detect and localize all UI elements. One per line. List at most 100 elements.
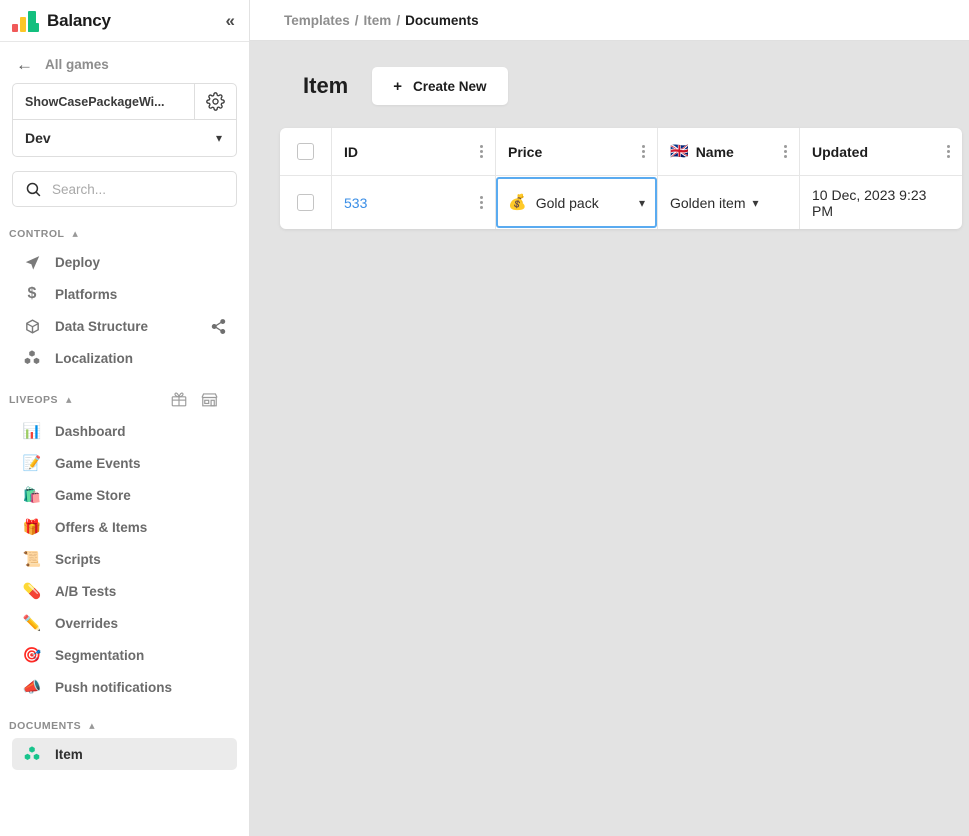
cubes-icon xyxy=(22,349,42,367)
project-row: ShowCasePackageWi... xyxy=(13,84,236,120)
chevron-up-icon: ▴ xyxy=(72,228,79,240)
breadcrumb: Templates / Item / Documents xyxy=(250,0,969,41)
sidebar-item-label: Scripts xyxy=(55,551,101,567)
sidebar-item-label: Deploy xyxy=(55,254,101,270)
sidebar-item-push-notifications[interactable]: 📣 Push notifications xyxy=(12,671,237,703)
section-header-control[interactable]: CONTROL ▴ xyxy=(0,211,249,246)
sidebar-item-label: Game Store xyxy=(55,487,131,503)
chevron-up-icon: ▴ xyxy=(89,720,96,732)
column-label: ID xyxy=(344,143,358,160)
share-icon[interactable] xyxy=(210,318,227,335)
sidebar-item-localization[interactable]: Localization xyxy=(12,342,237,374)
create-new-button[interactable]: + Create New xyxy=(372,67,508,105)
price-value: Gold pack xyxy=(535,194,599,211)
breadcrumb-item-templates[interactable]: Templates xyxy=(284,13,350,28)
brand-name: Balancy xyxy=(47,10,111,30)
sidebar-item-game-store[interactable]: 🛍️ Game Store xyxy=(12,479,237,511)
sidebar-item-scripts[interactable]: 📜 Scripts xyxy=(12,543,237,575)
name-value: Golden item xyxy=(670,194,746,211)
shopping-bags-emoji-icon: 🛍️ xyxy=(22,486,42,504)
green-cubes-icon xyxy=(22,745,42,763)
column-menu-icon[interactable] xyxy=(480,145,483,158)
cell-price: 💰 Gold pack ▾ xyxy=(496,176,658,229)
sidebar-item-label: Offers & Items xyxy=(55,519,148,535)
sidebar-item-label: Overrides xyxy=(55,615,119,631)
table-header-name[interactable]: 🇬🇧 Name xyxy=(658,128,800,176)
column-label: Price xyxy=(508,143,543,160)
table-header-id[interactable]: ID xyxy=(332,128,496,176)
chevron-down-icon: ▾ xyxy=(638,195,645,210)
sidebar-item-platforms[interactable]: $ Platforms xyxy=(12,278,237,310)
plus-icon: + xyxy=(393,77,403,95)
sidebar-item-segmentation[interactable]: 🎯 Segmentation xyxy=(12,639,237,671)
sidebar-item-label: Platforms xyxy=(55,286,118,302)
row-checkbox[interactable] xyxy=(297,194,314,211)
table-header-updated[interactable]: Updated xyxy=(800,128,962,176)
main-area: Templates / Item / Documents Item + Crea… xyxy=(250,0,969,836)
section-title: CONTROL xyxy=(9,227,65,240)
sidebar-item-label: Segmentation xyxy=(55,647,145,663)
chevron-down-icon: ▾ xyxy=(215,131,222,145)
search-box[interactable] xyxy=(12,171,237,207)
search-input[interactable] xyxy=(52,181,229,197)
sidebar-item-label: Dashboard xyxy=(55,423,126,439)
column-label: Name xyxy=(695,143,734,160)
sidebar-item-game-events[interactable]: 📝 Game Events xyxy=(12,447,237,479)
price-dropdown[interactable]: 💰 Gold pack ▾ xyxy=(496,177,657,228)
uk-flag-icon: 🇬🇧 xyxy=(670,143,689,160)
table-header-row: ID Price 🇬🇧 Name Updated xyxy=(280,128,962,176)
scroll-emoji-icon: 📜 xyxy=(22,550,42,568)
pencil-emoji-icon: ✏️ xyxy=(22,614,42,632)
store-icon[interactable] xyxy=(200,390,219,409)
breadcrumb-item-documents: Documents xyxy=(405,12,479,28)
page-header: Item + Create New xyxy=(280,67,962,105)
brand[interactable]: Balancy xyxy=(12,10,111,32)
sidebar: Balancy « ← All games ShowCasePackageWi.… xyxy=(0,0,250,836)
chevron-double-left-icon[interactable]: « xyxy=(226,12,235,29)
sidebar-search xyxy=(12,171,237,207)
column-menu-icon[interactable] xyxy=(642,145,645,158)
content: Item + Create New ID Price 🇬🇧 Name Updat… xyxy=(250,41,969,836)
sidebar-header: Balancy « xyxy=(0,0,249,42)
search-icon xyxy=(25,181,42,198)
breadcrumb-item-item[interactable]: Item xyxy=(364,13,392,28)
sidebar-item-offers-and-items[interactable]: 🎁 Offers & Items xyxy=(12,511,237,543)
name-dropdown[interactable]: Golden item ▾ xyxy=(670,195,759,211)
sidebar-item-label: A/B Tests xyxy=(55,583,117,599)
table-header-price[interactable]: Price xyxy=(496,128,658,176)
breadcrumb-separator: / xyxy=(396,12,401,28)
sidebar-item-label: Item xyxy=(55,746,83,762)
sidebar-item-item[interactable]: Item xyxy=(12,738,237,770)
sidebar-item-label: Game Events xyxy=(55,455,141,471)
sidebar-item-label: Push notifications xyxy=(55,679,173,695)
breadcrumb-separator: / xyxy=(354,12,359,28)
column-menu-icon[interactable] xyxy=(784,145,787,158)
table-row: 533 💰 Gold pack ▾ Golden item ▾ 10 Dec, … xyxy=(280,176,962,229)
environment-selector[interactable]: Dev ▾ xyxy=(13,120,236,156)
chevron-down-icon: ▾ xyxy=(752,195,759,210)
project-name[interactable]: ShowCasePackageWi... xyxy=(13,84,194,119)
cell-updated: 10 Dec, 2023 9:23 PM xyxy=(800,176,962,229)
section-header-documents[interactable]: DOCUMENTS ▴ xyxy=(0,703,249,738)
gift-icon[interactable] xyxy=(170,390,188,409)
sidebar-item-ab-tests[interactable]: 💊 A/B Tests xyxy=(12,575,237,607)
sidebar-item-label: Data Structure xyxy=(55,318,149,334)
sidebar-item-overrides[interactable]: ✏️ Overrides xyxy=(12,607,237,639)
sidebar-item-deploy[interactable]: Deploy xyxy=(12,246,237,278)
table-header-select-all xyxy=(280,128,332,176)
cell-id: 533 xyxy=(332,176,496,229)
row-menu-icon[interactable] xyxy=(480,196,483,209)
select-all-checkbox[interactable] xyxy=(297,143,314,160)
section-header-liveops[interactable]: LIVEOPS ▴ xyxy=(0,374,249,415)
dollar-icon: $ xyxy=(27,285,37,302)
bar-chart-emoji-icon: 📊 xyxy=(22,422,42,440)
all-games-back-link[interactable]: ← All games xyxy=(0,42,249,83)
gear-icon[interactable] xyxy=(194,84,236,119)
create-new-label: Create New xyxy=(413,78,487,94)
chevron-up-icon: ▴ xyxy=(66,394,73,406)
column-menu-icon[interactable] xyxy=(947,145,950,158)
sidebar-item-dashboard[interactable]: 📊 Dashboard xyxy=(12,415,237,447)
cell-name: Golden item ▾ xyxy=(658,176,800,229)
sidebar-item-data-structure[interactable]: Data Structure xyxy=(12,310,237,342)
id-link[interactable]: 533 xyxy=(344,195,367,211)
